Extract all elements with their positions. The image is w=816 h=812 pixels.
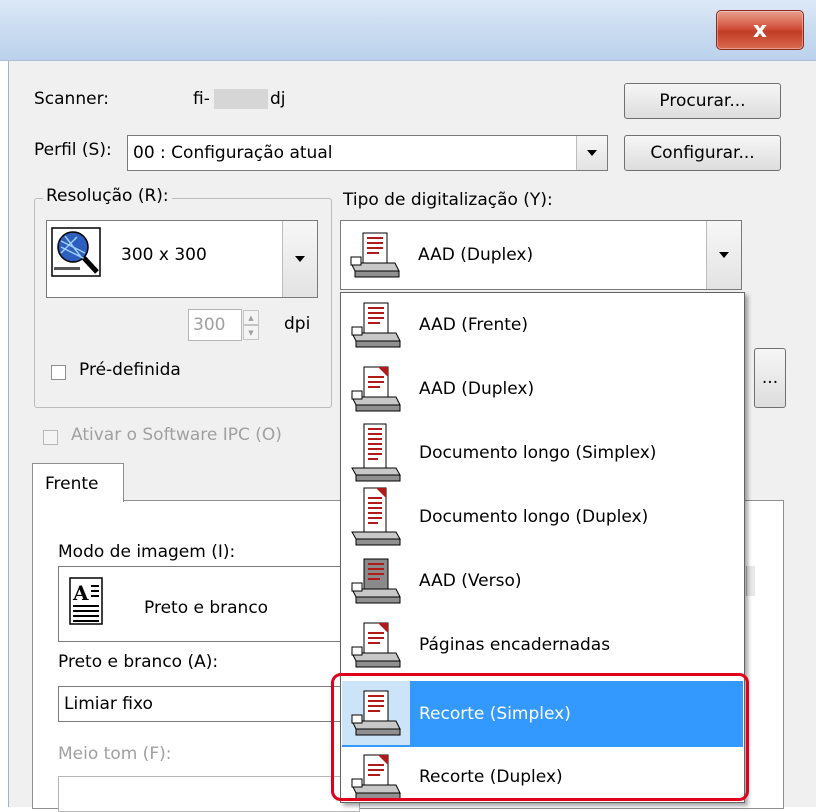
profile-value: 00 : Configuração atual — [133, 143, 333, 163]
dropdown-item-long-document-duplex[interactable]: Documento longo (Duplex) — [342, 485, 743, 549]
resolution-value: 300 x 300 — [121, 245, 207, 265]
tab-front[interactable]: Frente — [32, 463, 124, 502]
adf-front-icon — [350, 301, 402, 351]
dpi-spinner[interactable]: 300 ▲ ▼ — [188, 309, 259, 341]
scan-type-dropdown-button[interactable] — [706, 221, 741, 289]
dropdown-item-bound-pages[interactable]: Páginas encadernadas — [342, 613, 743, 677]
ipc-label: Ativar o Software IPC (O) — [71, 425, 282, 445]
profile-label: Perfil (S): — [34, 140, 112, 160]
dpi-value: 300 — [193, 315, 226, 335]
close-icon: x — [752, 17, 768, 43]
bw-label: Preto e branco (A): — [58, 652, 219, 672]
resolution-dropdown-button[interactable] — [282, 221, 317, 297]
tab-front-label: Frente — [45, 474, 99, 494]
long-document-simplex-icon — [350, 423, 402, 483]
scanner-label: Scanner: — [34, 89, 109, 109]
svg-text:A: A — [72, 581, 89, 605]
chevron-down-icon — [719, 252, 729, 258]
adf-duplex-icon — [349, 231, 401, 281]
halftone-label: Meio tom (F): — [58, 744, 172, 764]
close-button[interactable]: x — [716, 10, 804, 50]
bw-value: Limiar fixo — [64, 694, 153, 714]
dropdown-item-label: AAD (Verso) — [419, 571, 522, 591]
bw-combobox[interactable]: Limiar fixo — [58, 686, 360, 722]
scan-type-more-button[interactable]: ... — [754, 348, 786, 408]
predefined-checkbox[interactable] — [51, 365, 66, 380]
title-bar — [0, 0, 816, 61]
chevron-down-icon — [587, 150, 597, 156]
dropdown-item-label: AAD (Duplex) — [419, 379, 535, 399]
scan-type-selected: AAD (Duplex) — [418, 245, 534, 265]
image-mode-combobox[interactable]: A Preto e branco — [58, 566, 360, 642]
highlight-annotation — [331, 673, 749, 801]
long-document-duplex-icon — [350, 487, 402, 547]
profile-dropdown-button[interactable] — [576, 136, 607, 170]
adf-back-icon — [350, 557, 402, 607]
scanner-model-prefix: fi- — [193, 89, 210, 109]
chevron-down-icon — [295, 256, 305, 262]
scan-type-label: Tipo de digitalização (Y): — [343, 190, 553, 210]
predefined-label: Pré-definida — [79, 360, 181, 380]
scanner-model-suffix: dj — [270, 89, 286, 109]
dpi-spinner-buttons[interactable]: ▲ ▼ — [243, 310, 259, 340]
scanner-model-redaction — [214, 89, 268, 109]
dropdown-item-long-document-simplex[interactable]: Documento longo (Simplex) — [342, 421, 743, 485]
dropdown-item-adf-front[interactable]: AAD (Frente) — [342, 293, 743, 357]
dropdown-item-label: AAD (Frente) — [419, 315, 529, 335]
adf-duplex-icon — [350, 365, 402, 415]
dpi-unit-label: dpi — [284, 314, 311, 334]
dropdown-item-label: Páginas encadernadas — [419, 635, 611, 655]
resolution-icon — [51, 227, 101, 277]
black-white-icon: A — [69, 577, 103, 625]
dropdown-item-adf-duplex[interactable]: AAD (Duplex) — [342, 357, 743, 421]
image-mode-label: Modo de imagem (I): — [58, 542, 236, 562]
scan-type-combobox[interactable]: AAD (Duplex) — [340, 220, 742, 290]
spin-down-icon[interactable]: ▼ — [243, 325, 259, 340]
configure-button[interactable]: Configurar... — [624, 135, 781, 171]
spin-up-icon[interactable]: ▲ — [243, 310, 259, 325]
bound-pages-icon — [350, 621, 402, 671]
dropdown-item-label: Documento longo (Duplex) — [419, 507, 649, 527]
profile-combobox[interactable]: 00 : Configuração atual — [127, 135, 608, 171]
resolution-combobox[interactable]: 300 x 300 — [46, 220, 318, 298]
browse-button[interactable]: Procurar... — [624, 83, 781, 119]
resolution-group-label: Resolução (R): — [43, 186, 172, 206]
ipc-checkbox[interactable] — [43, 430, 58, 445]
dropdown-item-adf-back[interactable]: AAD (Verso) — [342, 549, 743, 613]
image-mode-dropdown-edge — [746, 566, 755, 596]
image-mode-value: Preto e branco — [144, 598, 269, 618]
dropdown-item-label: Documento longo (Simplex) — [419, 443, 657, 463]
